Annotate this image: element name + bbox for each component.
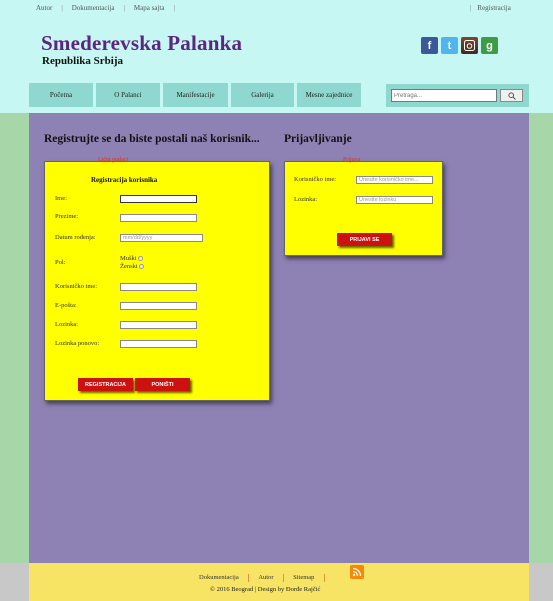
gender-option-male[interactable]: Muški (120, 255, 143, 262)
first-name-field[interactable] (120, 195, 197, 203)
login-password-field[interactable]: Unesite lozinku (356, 196, 433, 204)
nav-item-galerija[interactable]: Galerija (231, 83, 294, 107)
username-field[interactable] (120, 283, 197, 291)
site-subtitle: Republika Srbija (42, 55, 123, 67)
login-username-field[interactable]: Unesite korisničko ime... (356, 176, 433, 184)
registration-form-title: Registracija korisnika (91, 176, 158, 184)
footer-link-autor[interactable]: Autor (258, 574, 273, 581)
top-link-mapa-sajta[interactable]: Mapa sajta (134, 4, 165, 12)
password-field[interactable] (120, 321, 197, 329)
separator: | (323, 573, 326, 582)
separator: | (247, 573, 250, 582)
last-name-field[interactable] (120, 214, 197, 222)
login-heading: Prijavljivanje (284, 133, 352, 145)
username-label: Korisničko ime: (55, 283, 98, 290)
separator: | (282, 573, 285, 582)
login-password-label: Lozinka: (294, 196, 318, 203)
nav-item-mesne-zajednice[interactable]: Mesne zajednice (297, 83, 361, 107)
email-label: E-pošta: (55, 302, 77, 309)
separator: | (173, 4, 175, 12)
google-plus-icon[interactable]: g (481, 37, 498, 54)
email-field[interactable] (120, 302, 197, 310)
gender-label: Pol: (55, 259, 66, 266)
gender-option-female[interactable]: Ženski (120, 263, 144, 270)
top-link-dokumentacija[interactable]: Dokumentacija (72, 4, 115, 12)
reset-button[interactable]: PONIŠTI (135, 378, 190, 391)
search-icon (507, 91, 516, 100)
nav-item-pocetna[interactable]: Početna (29, 83, 93, 107)
search-box (386, 84, 529, 107)
copyright: © 2016 Beograd | Design by Đorđe Rajčić (210, 586, 321, 593)
footer: Dokumentacija | Autor | Sitemap | © 2016… (29, 563, 529, 601)
gender-male-label: Muški (120, 255, 137, 262)
search-button[interactable] (500, 89, 523, 102)
instagram-icon[interactable] (461, 37, 478, 54)
separator: | (470, 4, 472, 12)
top-link-autor[interactable]: Autor (36, 4, 52, 12)
register-button[interactable]: REGISTRACIJA (78, 378, 133, 391)
side-band-right (529, 113, 553, 563)
birthdate-field[interactable]: mm/dd/yyyy (120, 234, 203, 242)
top-links: Autor | Dokumentacija | Mapa sajta | (36, 4, 184, 12)
nav-item-o-palanci[interactable]: O Palanci (96, 83, 160, 107)
footer-links: Dokumentacija | Autor | Sitemap | (199, 573, 334, 582)
radio-female[interactable] (138, 264, 144, 269)
registration-heading: Registrujte se da biste postali naš kori… (44, 133, 260, 145)
footer-link-dokumentacija[interactable]: Dokumentacija (199, 574, 239, 581)
search-input[interactable] (391, 89, 497, 102)
twitter-icon[interactable]: t (441, 37, 458, 54)
password-label: Lozinka: (55, 321, 79, 328)
first-name-label: Ime: (55, 195, 67, 202)
birthdate-label: Datum rođenja: (55, 234, 96, 241)
login-username-label: Korisničko ime: (294, 176, 337, 183)
radio-male[interactable] (137, 256, 143, 261)
site-title: Smederevska Palanka (41, 31, 243, 55)
facebook-icon[interactable]: f (421, 37, 438, 54)
register-link-container: | Registracija (470, 4, 511, 12)
login-button[interactable]: PRIJAVI SE (337, 233, 392, 246)
last-name-label: Prezime: (55, 213, 79, 220)
separator: | (61, 4, 63, 12)
password-repeat-field[interactable] (120, 340, 197, 348)
gender-female-label: Ženski (120, 263, 138, 270)
header: Autor | Dokumentacija | Mapa sajta | | Registr… (0, 0, 553, 113)
rss-icon[interactable] (350, 565, 364, 579)
main-nav: Početna O Palanci Manifestacije Galerija… (29, 83, 361, 107)
side-band-left (0, 113, 29, 563)
login-legend: Prijava (343, 157, 360, 163)
social-icons: f t g (421, 37, 498, 54)
password-repeat-label: Lozinka ponovo: (55, 340, 100, 347)
footer-link-sitemap[interactable]: Sitemap (293, 574, 314, 581)
separator: | (123, 4, 125, 12)
registration-legend: Lični podaci (98, 157, 129, 163)
nav-item-manifestacije[interactable]: Manifestacije (163, 83, 228, 107)
register-link[interactable]: Registracija (477, 4, 510, 12)
